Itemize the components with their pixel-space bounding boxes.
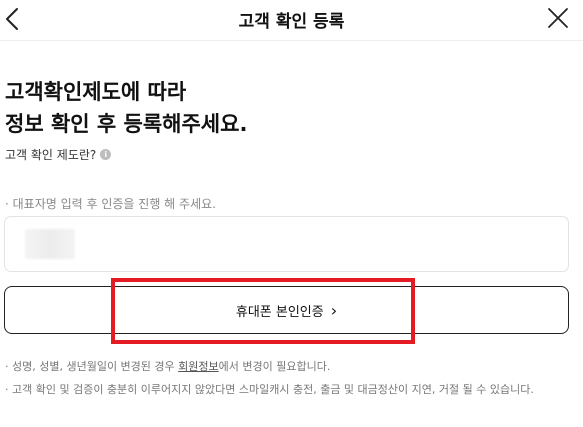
- header: 고객 확인 등록: [0, 0, 583, 41]
- note1-text-before: · 성명, 성별, 생년월일이 변경된 경우: [5, 360, 179, 373]
- close-icon: [548, 8, 568, 28]
- note1-text-after: 에서 변경이 필요합니다.: [218, 360, 331, 373]
- info-icon: i: [100, 149, 112, 160]
- headline: 고객확인제도에 따라 정보 확인 후 등록해주세요.: [5, 76, 247, 140]
- note-profile-change: · 성명, 성별, 생년월일이 변경된 경우 회원정보에서 변경이 필요합니다.: [5, 359, 330, 375]
- member-info-link[interactable]: 회원정보: [178, 360, 218, 373]
- representative-name-field[interactable]: [4, 216, 569, 272]
- phone-verification-button[interactable]: 휴대폰 본인인증 ›: [4, 286, 569, 334]
- headline-line-1: 고객확인제도에 따라: [5, 80, 187, 104]
- customer-verification-info-link[interactable]: 고객 확인 제도란? i: [5, 146, 112, 163]
- note-verification-warning: · 고객 확인 및 검증이 충분히 이루어지지 않았다면 스마일캐시 충전, 출…: [5, 383, 534, 396]
- representative-name-hint: · 대표자명 입력 후 인증을 진행 해 주세요.: [5, 197, 216, 211]
- page-title: 고객 확인 등록: [238, 12, 345, 32]
- headline-line-2: 정보 확인 후 등록해주세요.: [5, 112, 248, 136]
- chevron-right-icon: ›: [330, 300, 338, 320]
- close-button[interactable]: [545, 4, 571, 32]
- verify-button-label: 휴대폰 본인인증: [235, 304, 324, 320]
- info-link-label: 고객 확인 제도란?: [5, 148, 97, 162]
- blurred-name-value: [25, 229, 75, 259]
